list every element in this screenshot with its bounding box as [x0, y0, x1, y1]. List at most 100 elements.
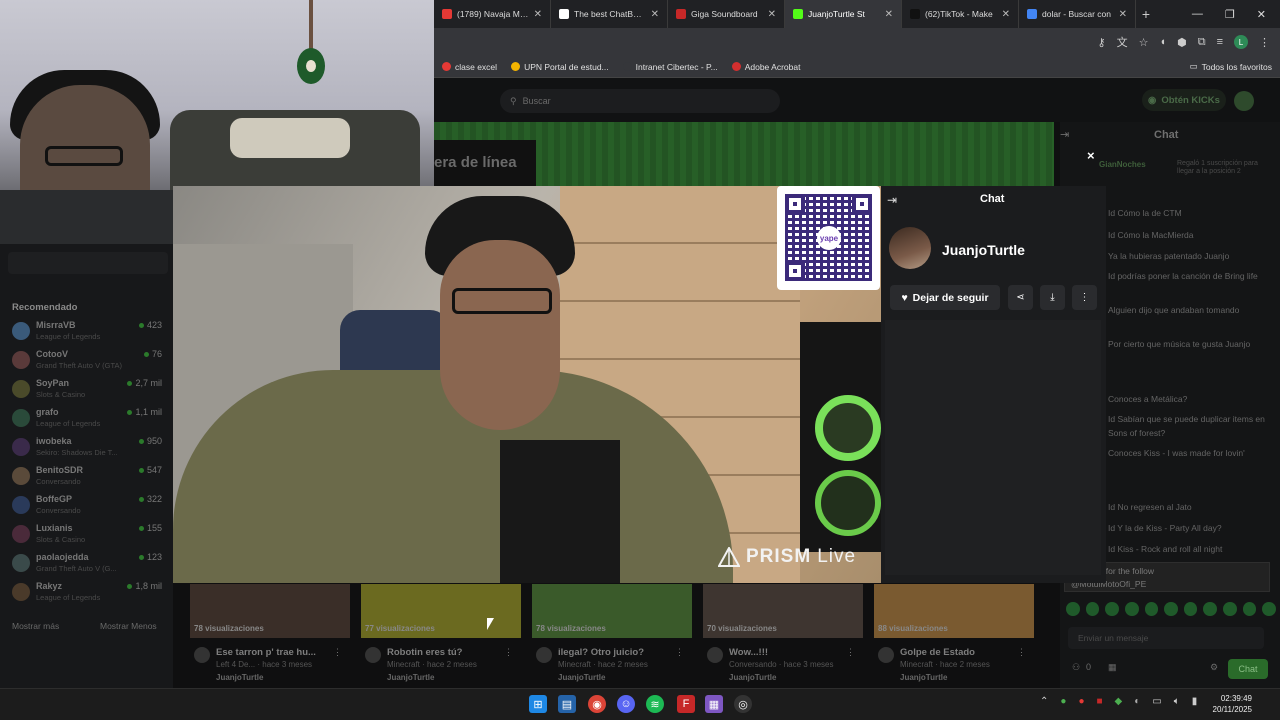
system-clock[interactable]: 02:39:49 20/11/2025: [1206, 693, 1252, 715]
emote-icon[interactable]: [1183, 602, 1198, 616]
extension-icon[interactable]: ⬢: [1177, 36, 1187, 49]
browser-tab[interactable]: The best ChatBot e ✕: [551, 0, 668, 28]
more-vertical-icon[interactable]: ⋮: [504, 647, 513, 658]
sidebar-search[interactable]: [8, 252, 168, 274]
browser-tab[interactable]: Giga Soundboard ✕: [668, 0, 785, 28]
tray-app-icon[interactable]: ◆: [1115, 696, 1123, 707]
file-explorer-icon[interactable]: ▤: [558, 695, 576, 713]
sidebar-streamer-item[interactable]: Rakyz League of Legends 1,8 mil: [12, 581, 162, 607]
tab-close-icon[interactable]: ✕: [1002, 9, 1010, 20]
windows-start-icon[interactable]: ⊞: [529, 695, 547, 713]
emote-icon[interactable]: [1066, 602, 1080, 616]
settings-gear-icon[interactable]: ⚙: [1210, 662, 1218, 673]
more-vertical-icon[interactable]: ⋮: [846, 647, 855, 658]
chat-send-button[interactable]: Chat: [1228, 659, 1268, 679]
tab-close-icon[interactable]: ✕: [534, 9, 542, 20]
viewer-count: 1,8 mil: [127, 581, 162, 591]
collapse-chat-icon[interactable]: ⇥: [887, 193, 897, 207]
sidebar-streamer-item[interactable]: paolaojedda Grand Theft Auto V (G... 123: [12, 552, 162, 578]
tab-close-icon[interactable]: ✕: [768, 9, 776, 20]
new-tab-button[interactable]: +: [1136, 6, 1156, 22]
collapse-chat-icon[interactable]: ⇥: [1060, 128, 1069, 141]
bookmark-item[interactable]: UPN Portal de estud...: [511, 62, 609, 72]
sidebar-streamer-item[interactable]: BenitoSDR Conversando 547: [12, 465, 162, 491]
obs-icon[interactable]: ◎: [734, 695, 752, 713]
restore-icon[interactable]: ❐: [1225, 8, 1235, 21]
volume-icon[interactable]: 🔈︎: [1174, 696, 1180, 707]
search-input[interactable]: ⚲ Buscar: [500, 89, 780, 113]
sidebar-streamer-item[interactable]: CotooV Grand Theft Auto V (GTA) 76: [12, 349, 162, 375]
download-button[interactable]: ⤓: [1040, 285, 1065, 310]
browser-tab[interactable]: (1789) Navaja Mari ✕: [434, 0, 551, 28]
live-dot-icon: [143, 351, 149, 357]
video-card[interactable]: 70 visualizaciones Wow...!!! Conversando ·…: [703, 584, 863, 684]
puzzle-icon[interactable]: ⧉: [1198, 36, 1206, 49]
close-icon[interactable]: ×: [1087, 148, 1095, 163]
battery-icon[interactable]: ▮: [1192, 696, 1198, 707]
more-vertical-icon[interactable]: ⋮: [333, 647, 342, 658]
video-meta: Left 4 De... · hace 3 meses: [216, 660, 313, 669]
share-button[interactable]: ⋖: [1008, 285, 1033, 310]
emote-icon[interactable]: [1242, 602, 1257, 616]
discord-icon[interactable]: ☺: [617, 695, 635, 713]
emote-icon[interactable]: [1223, 602, 1237, 616]
video-card[interactable]: 88 visualizaciones Golpe de Estado Minecra…: [874, 584, 1034, 684]
sidebar-streamer-item[interactable]: Luxianis Slots & Casino 155: [12, 523, 162, 549]
bookmark-item[interactable]: clase excel: [442, 62, 497, 72]
sidebar-streamer-item[interactable]: iwobeka Sekiro: Shadows Die T... 950: [12, 436, 162, 462]
spotify-icon[interactable]: ≋: [646, 695, 664, 713]
more-options-button[interactable]: ⋮: [1072, 285, 1097, 310]
minimize-icon[interactable]: —: [1192, 8, 1203, 21]
tray-app-icon[interactable]: ●: [1078, 696, 1084, 707]
video-card[interactable]: 78 visualizaciones Ese tarron p' trae hu.…: [190, 584, 350, 684]
emote-icon[interactable]: [1144, 602, 1159, 616]
browser-tab[interactable]: (62)TikTok - Make ✕: [902, 0, 1019, 28]
emote-icon[interactable]: [1262, 602, 1277, 616]
tray-app-icon[interactable]: ◐: [1134, 696, 1140, 707]
sidebar-streamer-item[interactable]: SoyPan Slots & Casino 2,7 mil: [12, 378, 162, 404]
emote-icon[interactable]: [1124, 602, 1139, 616]
bookmark-star-icon[interactable]: ☆: [1139, 36, 1149, 49]
tab-close-icon[interactable]: ✕: [651, 9, 659, 20]
emote-icon[interactable]: [1164, 602, 1178, 616]
app-grid-icon[interactable]: ▦: [705, 695, 723, 713]
video-card[interactable]: 78 visualizaciones ilegal? Otro juicio? Mi…: [532, 584, 692, 684]
close-window-icon[interactable]: ✕: [1257, 8, 1266, 21]
chat-input[interactable]: Enviar un mensaje: [1068, 627, 1264, 649]
streamer-category: Slots & Casino: [36, 390, 86, 399]
app-f-icon[interactable]: F: [677, 695, 695, 713]
tray-app-icon[interactable]: ●: [1060, 696, 1066, 707]
audio-icon[interactable]: ◖: [1159, 36, 1166, 48]
video-card[interactable]: 77 visualizaciones Robotin eres tú? Minecr…: [361, 584, 521, 684]
all-bookmarks[interactable]: ▭ Todos los favoritos: [1190, 61, 1280, 72]
menu-kebab-icon[interactable]: ⋮: [1259, 36, 1270, 49]
bookmark-item[interactable]: Adobe Acrobat: [731, 62, 800, 72]
show-more-link[interactable]: Mostrar más: [12, 621, 59, 631]
emote-icon[interactable]: [1203, 602, 1218, 616]
calendar-icon[interactable]: ▦: [1108, 662, 1117, 673]
show-less-link[interactable]: Mostrar Menos: [100, 621, 157, 631]
more-vertical-icon[interactable]: ⋮: [675, 647, 684, 658]
translate-icon[interactable]: 文: [1117, 34, 1128, 50]
tray-app-icon[interactable]: ■: [1096, 696, 1102, 707]
user-avatar[interactable]: [1234, 91, 1254, 111]
tab-close-icon[interactable]: ✕: [885, 9, 893, 20]
network-icon[interactable]: ▭: [1152, 696, 1161, 707]
sidebar-streamer-item[interactable]: grafo League of Legends 1,1 mil: [12, 407, 162, 433]
tab-close-icon[interactable]: ✕: [1119, 9, 1127, 20]
chevron-up-icon[interactable]: ⌃: [1040, 696, 1048, 707]
password-key-icon[interactable]: ⚷: [1098, 36, 1106, 49]
chrome-icon[interactable]: ◉: [588, 695, 606, 713]
bookmark-item[interactable]: Intranet Cibertec - P...: [622, 62, 718, 72]
reading-list-icon[interactable]: ≡: [1217, 36, 1223, 48]
browser-tab[interactable]: JuanjoTurtle St ✕: [785, 0, 902, 28]
emote-icon[interactable]: [1085, 602, 1100, 616]
sidebar-streamer-item[interactable]: MisrraVB League of Legends 423: [12, 320, 162, 346]
browser-tab[interactable]: dolar - Buscar con ✕: [1019, 0, 1136, 28]
get-kicks-button[interactable]: ◉ Obtén KICKs: [1142, 89, 1226, 111]
more-vertical-icon[interactable]: ⋮: [1017, 647, 1026, 658]
profile-avatar[interactable]: L: [1234, 35, 1248, 49]
sidebar-streamer-item[interactable]: BoffeGP Conversando 322: [12, 494, 162, 520]
emote-icon[interactable]: [1105, 602, 1119, 616]
unfollow-button[interactable]: ♥ Dejar de seguir: [890, 285, 1000, 310]
